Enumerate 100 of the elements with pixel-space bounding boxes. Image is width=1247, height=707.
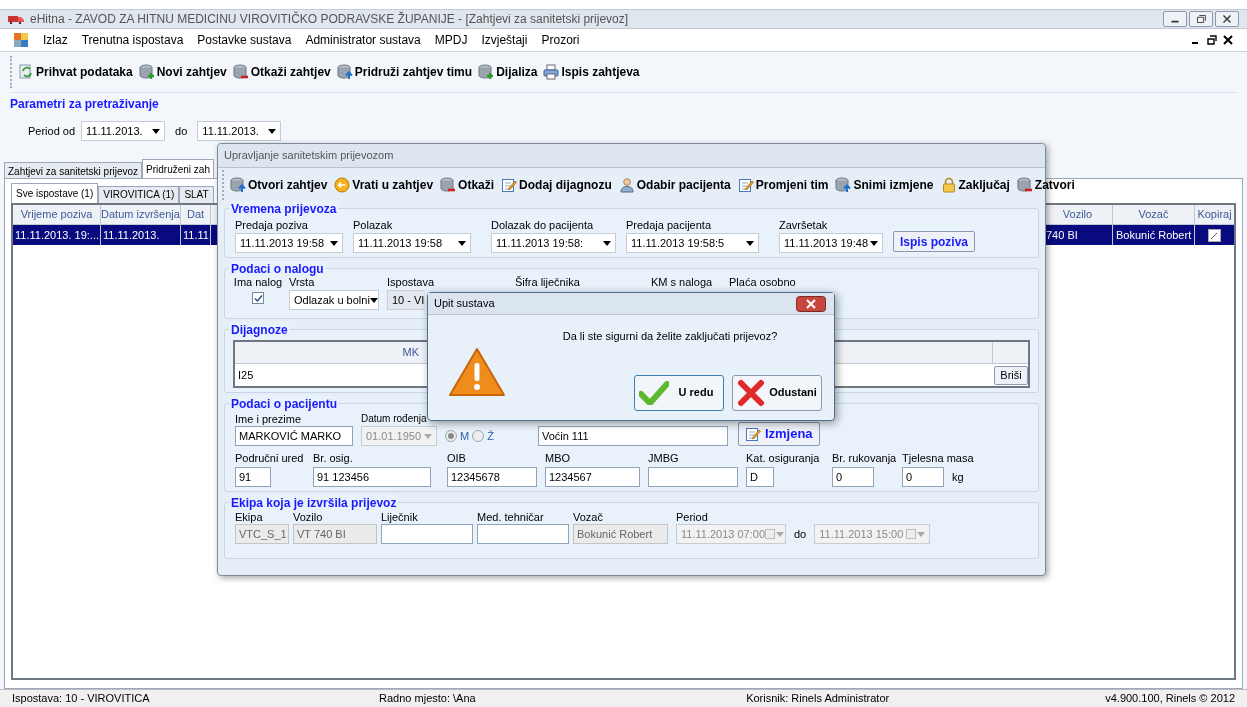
ok-button[interactable]: U redu: [634, 374, 724, 411]
print-call-button[interactable]: Ispis poziva: [893, 231, 976, 252]
radio-button[interactable]: [472, 430, 485, 442]
tab[interactable]: Pridruženi zah: [142, 159, 214, 178]
text-field[interactable]: 1234567: [545, 467, 640, 487]
warning-icon: [448, 347, 506, 397]
field-label: Br. osig.: [313, 452, 354, 464]
text-field[interactable]: D: [746, 467, 774, 487]
field-label: Plaća osobno: [729, 276, 796, 288]
person-icon: [618, 177, 635, 193]
date-dropdown[interactable]: 11.11.2013.: [197, 121, 282, 141]
close-icon[interactable]: [1223, 35, 1233, 45]
toolbar-button[interactable]: Zaključaj: [940, 176, 1010, 194]
tab[interactable]: VIROVITICA (1): [98, 186, 180, 203]
column-header[interactable]: Datum izvršenja: [101, 205, 181, 224]
date-dropdown[interactable]: 11.11.2013 19:58: [235, 233, 343, 253]
close-icon[interactable]: [1215, 11, 1239, 27]
field-label: Kat. osiguranja: [746, 452, 821, 464]
calendar-icon: [906, 529, 917, 539]
text-field[interactable]: Voćin 111: [537, 426, 728, 446]
checkbox[interactable]: [252, 292, 264, 304]
field-label: Područni ured: [235, 452, 305, 464]
toolbar-button[interactable]: Otkaži zahtjev: [232, 63, 331, 81]
toolbar-button[interactable]: Dijaliza: [478, 63, 538, 81]
date-dropdown[interactable]: 11.11.2013 19:48: [779, 233, 883, 253]
restore-icon[interactable]: [1207, 35, 1217, 45]
text-field[interactable]: MARKOVIĆ MARKO: [235, 426, 353, 446]
field-label: Period od: [28, 123, 76, 139]
column-header[interactable]: Vozač: [1112, 205, 1194, 224]
message-box-title: Upit sustava: [434, 296, 495, 312]
toolbar-button[interactable]: Odabir pacijenta: [618, 176, 731, 194]
status-text: Ispostava: 10 - VIROVITICA: [12, 691, 151, 707]
delete-button[interactable]: Briši: [994, 365, 1028, 385]
cross-icon: [737, 378, 765, 407]
status-text: Radno mjesto: \Ana: [379, 691, 477, 707]
dropdown-arrow-icon: [268, 128, 277, 134]
close-icon[interactable]: [796, 295, 826, 312]
date-dropdown[interactable]: 11.11.2013.: [81, 121, 166, 141]
toolbar-button[interactable]: Novi zahtjev: [138, 63, 227, 81]
note-pencil-icon: [737, 177, 754, 193]
menu-item[interactable]: Trenutna ispostava: [74, 31, 191, 49]
toolbar-button[interactable]: Dodaj dijagnozu: [501, 176, 612, 194]
table-cell: 11.11: [181, 225, 211, 245]
text-field[interactable]: [477, 524, 569, 544]
text-field[interactable]: 0: [902, 467, 944, 487]
menu-item[interactable]: Prozori: [534, 31, 587, 49]
station-dropdown[interactable]: 10 - VI: [387, 290, 425, 310]
toolbar-button[interactable]: Prihvat podataka: [18, 63, 133, 81]
date-dropdown[interactable]: 11.11.2013 19:58:: [491, 233, 616, 253]
date-dropdown[interactable]: 11.11.2013 19:58:5: [626, 233, 759, 253]
tab[interactable]: Sve ispostave (1): [11, 183, 99, 203]
database-minus-icon: [440, 177, 457, 193]
toolbar-button[interactable]: Pridruži zahtjev timu: [336, 63, 473, 81]
app-menu-icon[interactable]: [14, 33, 28, 47]
text-field[interactable]: [381, 524, 473, 544]
toolbar-button[interactable]: Ispis zahtjeva: [543, 63, 640, 81]
toolbar-button[interactable]: Snimi izmjene: [835, 176, 934, 194]
dropdown-arrow-icon: [603, 240, 611, 246]
toolbar-button[interactable]: Vrati u zahtjev: [334, 176, 434, 194]
menu-item[interactable]: Izvještaji: [474, 31, 535, 49]
database-arrow-icon: [336, 64, 353, 80]
field-label: Ime i prezime: [235, 413, 303, 425]
text-field[interactable]: [648, 467, 738, 487]
dropdown-arrow-icon: [424, 433, 432, 439]
text-field[interactable]: 91 123456: [313, 467, 431, 487]
edit-button[interactable]: Izmjena: [737, 422, 820, 446]
text-field[interactable]: 0: [832, 467, 874, 487]
restore-icon[interactable]: [1189, 11, 1213, 27]
date-dropdown[interactable]: 11.11.2013 19:58: [353, 233, 471, 253]
text-field[interactable]: 91: [235, 467, 271, 487]
menu-item[interactable]: Izlaz: [36, 31, 75, 49]
menu-item[interactable]: MPDJ: [427, 31, 475, 49]
tab[interactable]: Zahtjevi za sanitetski prijevoz: [4, 162, 143, 178]
menu-item[interactable]: Postavke sustava: [190, 31, 299, 49]
cancel-button[interactable]: Odustani: [732, 374, 822, 411]
field-label: KM s naloga: [651, 276, 714, 288]
toolbar-button[interactable]: Otvori zahtjev: [230, 176, 328, 194]
menu-item[interactable]: Administrator sustava: [298, 31, 428, 49]
column-header[interactable]: Dat: [181, 205, 211, 224]
tab[interactable]: SLAT: [179, 186, 214, 203]
field-label: Ima nalog: [233, 276, 283, 288]
field-label: Polazak: [353, 219, 394, 231]
edit-icon[interactable]: [1208, 228, 1221, 242]
table-cell-text: I25: [237, 367, 255, 383]
radio-button[interactable]: [445, 430, 457, 442]
column-header[interactable]: Kopiraj: [1194, 205, 1234, 224]
calendar-icon: [765, 529, 775, 539]
column-header[interactable]: Vrijeme poziva: [13, 205, 101, 224]
toolbar-button[interactable]: Promjeni tim: [737, 176, 829, 194]
group-title: Podaci o pacijentu: [229, 396, 340, 412]
toolbar-button[interactable]: Zatvori: [1016, 176, 1075, 194]
toolbar-button[interactable]: Otkaži: [440, 176, 495, 194]
message-text: Da li ste sigurni da želite zaključati prijevoz?: [562, 329, 778, 344]
group-title: Ekipa koja je izvršila prijevoz: [229, 495, 399, 511]
table-cell: 11.11.2013.: [101, 225, 181, 245]
text-field[interactable]: 12345678: [447, 467, 537, 487]
database-minus-icon: [1016, 177, 1033, 193]
database-plus-icon: [478, 64, 495, 80]
field-label: Dolazak do pacijenta: [491, 219, 595, 231]
type-dropdown[interactable]: Odlazak u bolni: [289, 290, 379, 310]
